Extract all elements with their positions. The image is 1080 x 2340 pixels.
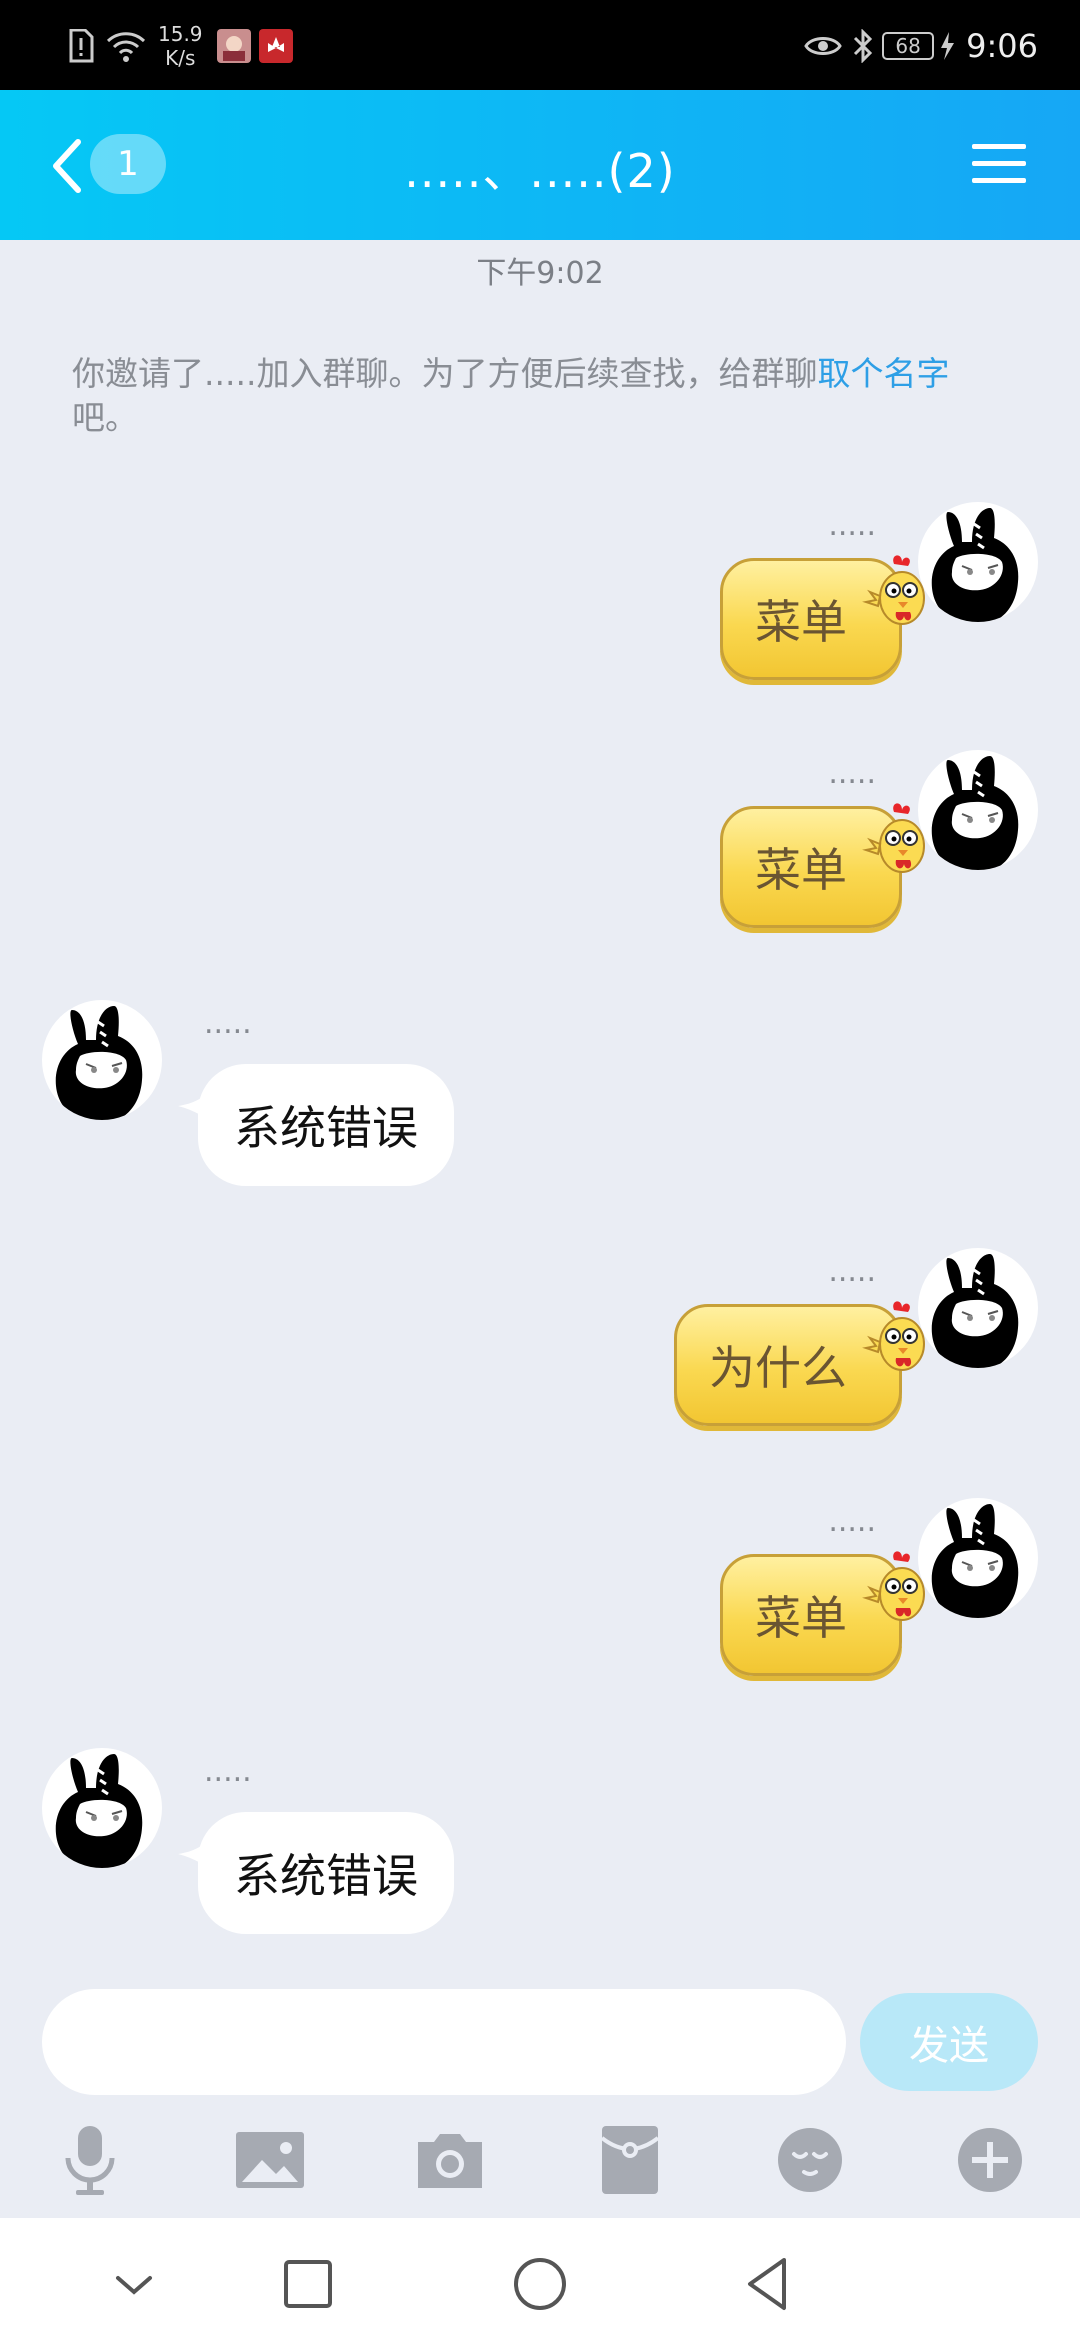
- recent-apps-icon[interactable]: [278, 2254, 338, 2314]
- sim-alert-icon: [69, 29, 94, 63]
- system-notice-suffix: 吧。: [72, 398, 138, 437]
- message-bubble[interactable]: 系统错误: [198, 1812, 454, 1934]
- menu-icon[interactable]: [972, 140, 1026, 188]
- hide-keyboard-icon[interactable]: [104, 2254, 164, 2314]
- name-group-link[interactable]: 取个名字: [817, 354, 949, 393]
- plus-icon[interactable]: [950, 2120, 1030, 2200]
- camera-icon[interactable]: [410, 2120, 490, 2200]
- avatar-image: [931, 508, 1019, 622]
- network-speed-unit: K/s: [165, 46, 196, 70]
- message-timestamp: 下午9:02: [476, 256, 604, 291]
- back-icon[interactable]: [738, 2254, 798, 2314]
- chat-message: ..... 菜单: [0, 750, 1080, 990]
- avatar-image: [55, 1754, 143, 1868]
- avatar-image: [931, 1504, 1019, 1618]
- chat-title: .....、.....(2): [404, 144, 676, 198]
- home-icon[interactable]: [510, 2254, 570, 2314]
- unread-count-badge[interactable]: 1: [90, 134, 166, 194]
- avatar[interactable]: [42, 1000, 162, 1120]
- chat-message: ..... 菜单: [0, 1498, 1080, 1738]
- chat-message: ..... 为什么: [0, 1248, 1080, 1488]
- chat-message: ..... 菜单: [0, 502, 1080, 742]
- message-input[interactable]: [42, 1989, 846, 2095]
- avatar[interactable]: [918, 1498, 1038, 1618]
- avatar-image: [55, 1006, 143, 1120]
- system-notice-text: 你邀请了.....加入群聊。为了方便后续查找，给群聊: [72, 354, 818, 393]
- emoji-icon[interactable]: [770, 2120, 850, 2200]
- back-arrow-icon[interactable]: [46, 136, 86, 196]
- input-toolbar: [0, 2110, 1080, 2210]
- network-speed-value: 15.9: [158, 22, 203, 46]
- sender-name: .....: [204, 1754, 252, 1789]
- chat-message: ..... 系统错误: [0, 1748, 1080, 1988]
- clock: 9:06: [966, 27, 1038, 65]
- battery-level: 68: [882, 32, 935, 60]
- status-right: 68 9:06: [804, 18, 1038, 74]
- sender-name: .....: [828, 1504, 876, 1539]
- microphone-icon[interactable]: [50, 2120, 130, 2200]
- composer: 发送: [0, 1985, 1080, 2105]
- charging-icon: [941, 32, 955, 60]
- status-bar: 15.9 K/s 68 9:06: [0, 0, 1080, 90]
- message-bubble[interactable]: 系统错误: [198, 1064, 454, 1186]
- network-speed: 15.9 K/s: [158, 22, 203, 70]
- avatar[interactable]: [42, 1748, 162, 1868]
- avatar[interactable]: [918, 502, 1038, 622]
- avatar[interactable]: [918, 750, 1038, 870]
- send-button[interactable]: 发送: [860, 1993, 1038, 2091]
- sender-name: .....: [204, 1006, 252, 1041]
- eye-comfort-icon: [804, 37, 842, 55]
- huawei-notification-icon: [258, 29, 293, 63]
- sender-name: .....: [828, 1254, 876, 1289]
- red-packet-icon[interactable]: [590, 2120, 670, 2200]
- chat-message: ..... 系统错误: [0, 1000, 1080, 1240]
- avatar-image: [931, 756, 1019, 870]
- app-notification-icon: [216, 29, 251, 63]
- system-notice: 你邀请了.....加入群聊。为了方便后续查找，给群聊取个名字吧。: [72, 352, 1012, 440]
- avatar[interactable]: [918, 1248, 1038, 1368]
- sender-name: .....: [828, 508, 876, 543]
- image-icon[interactable]: [230, 2120, 310, 2200]
- avatar-image: [931, 1254, 1019, 1368]
- status-left: 15.9 K/s: [68, 18, 293, 74]
- system-navigation-bar: [0, 2218, 1080, 2340]
- bluetooth-icon: [854, 29, 873, 63]
- chat-header: 1 .....、.....(2): [0, 90, 1080, 240]
- wifi-icon: [106, 32, 146, 62]
- sender-name: .....: [828, 756, 876, 791]
